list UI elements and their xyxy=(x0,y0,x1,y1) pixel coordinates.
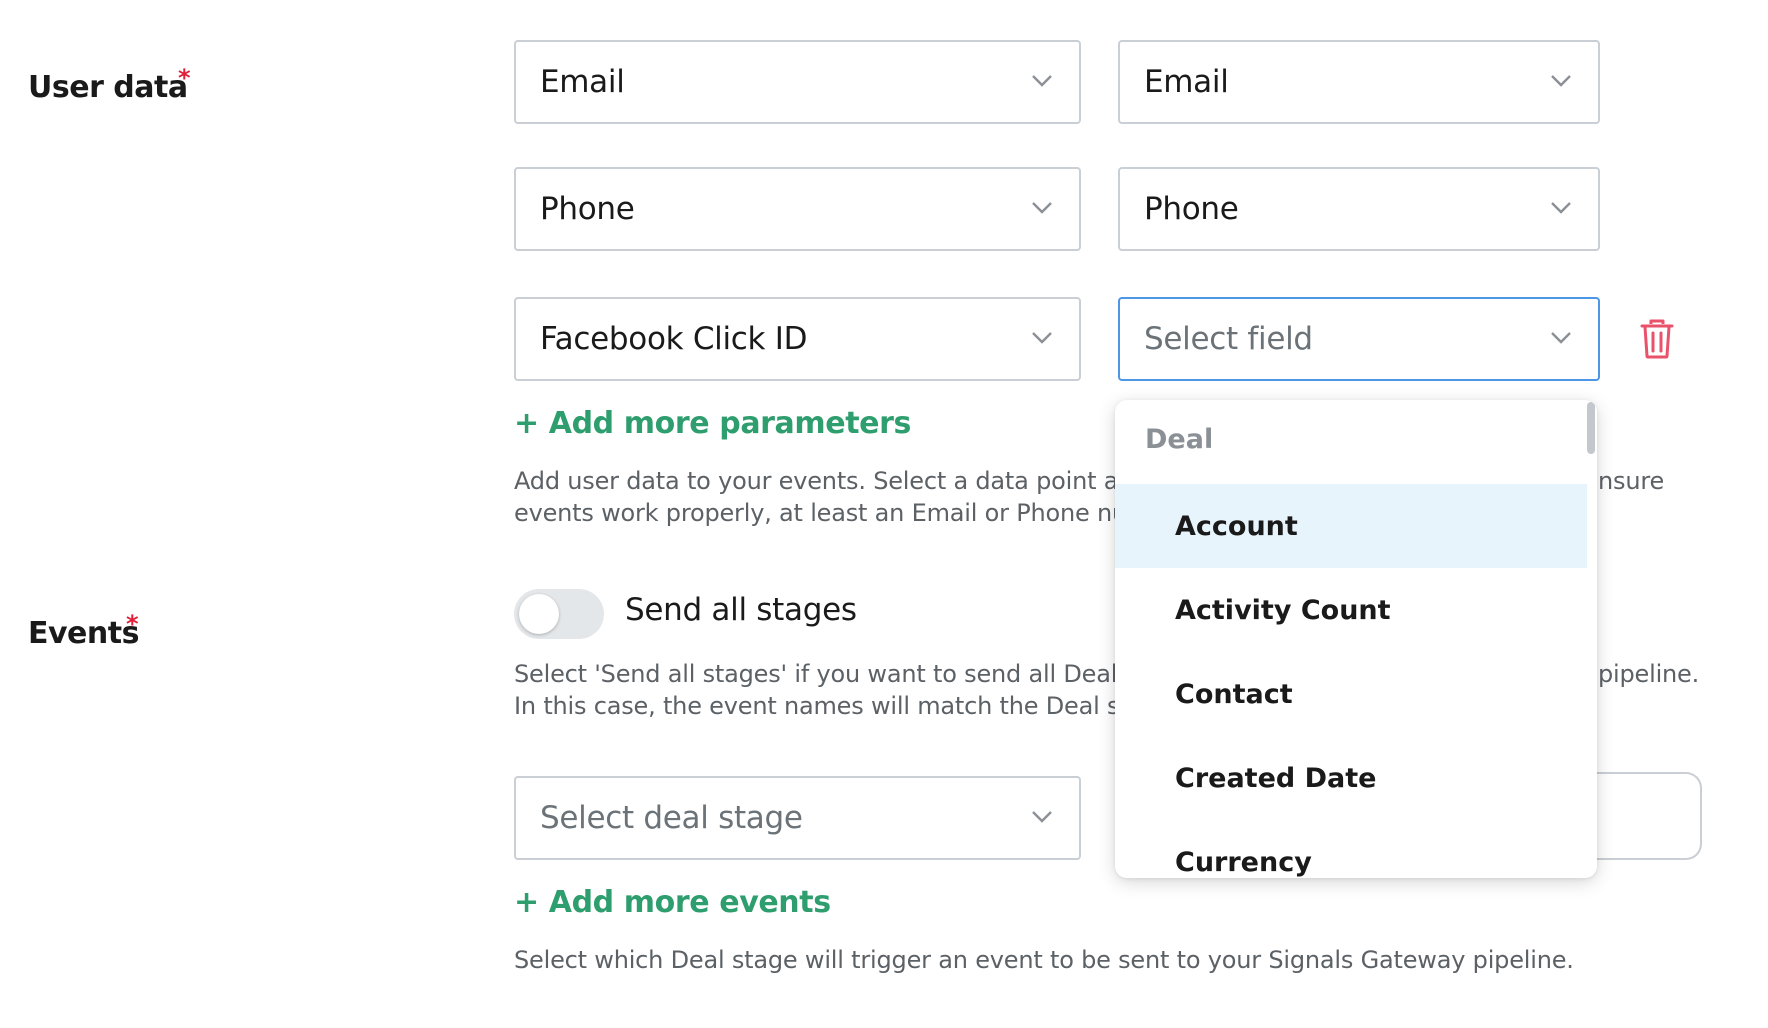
events-help-line1: Select 'Send all stages' if you want to … xyxy=(514,660,1137,688)
select-value: Phone xyxy=(540,191,635,227)
send-all-stages-label: Send all stages xyxy=(625,592,857,628)
events-footer-help: Select which Deal stage will trigger an … xyxy=(514,946,1574,974)
chevron-down-icon xyxy=(1032,75,1052,87)
dropdown-option-account[interactable]: Account xyxy=(1115,484,1587,568)
select-value: Email xyxy=(1144,64,1229,100)
select-value: Email xyxy=(540,64,625,100)
add-more-parameters-link[interactable]: + Add more parameters xyxy=(514,406,911,441)
select-placeholder: Select field xyxy=(1144,321,1313,357)
user-data-target-select-email[interactable]: Email xyxy=(1118,40,1600,124)
user-data-help-line2: events work properly, at least an Email … xyxy=(514,499,1151,527)
add-more-events-link[interactable]: + Add more events xyxy=(514,885,831,920)
dropdown-group-label: Deal xyxy=(1145,424,1214,455)
events-label-text: Events xyxy=(28,616,139,651)
events-help-line1-end: pipeline. xyxy=(1598,660,1700,688)
events-label: Events xyxy=(28,616,139,651)
chevron-down-icon xyxy=(1551,332,1571,344)
chevron-down-icon xyxy=(1032,332,1052,344)
scrollbar-thumb[interactable] xyxy=(1587,402,1595,454)
trash-icon[interactable] xyxy=(1640,319,1674,359)
chevron-down-icon xyxy=(1551,202,1571,214)
dropdown-option-currency[interactable]: Currency xyxy=(1115,820,1587,878)
chevron-down-icon xyxy=(1551,75,1571,87)
select-value: Phone xyxy=(1144,191,1239,227)
chevron-down-icon xyxy=(1032,811,1052,823)
user-data-target-select-phone[interactable]: Phone xyxy=(1118,167,1600,251)
dropdown-option-contact[interactable]: Contact xyxy=(1115,652,1587,736)
page: User data * Email Email Phone Phone Face… xyxy=(0,0,1768,1028)
user-data-label-text: User data xyxy=(28,70,188,105)
user-data-source-select-phone[interactable]: Phone xyxy=(514,167,1081,251)
chevron-down-icon xyxy=(1032,202,1052,214)
user-data-source-select-fbclid[interactable]: Facebook Click ID xyxy=(514,297,1081,381)
dropdown-option-activity-count[interactable]: Activity Count xyxy=(1115,568,1587,652)
user-data-source-select-email[interactable]: Email xyxy=(514,40,1081,124)
user-data-help-line1: Add user data to your events. Select a d… xyxy=(514,467,1149,495)
user-data-label: User data xyxy=(28,70,188,105)
field-dropdown-menu: Deal Account Activity Count Contact Crea… xyxy=(1115,400,1597,878)
user-data-help-line1-end: nsure xyxy=(1598,467,1665,495)
select-placeholder: Select deal stage xyxy=(540,800,803,836)
user-data-target-select-field[interactable]: Select field xyxy=(1118,297,1600,381)
select-value: Facebook Click ID xyxy=(540,321,808,357)
dropdown-scrollbar[interactable] xyxy=(1587,400,1595,878)
toggle-knob xyxy=(519,594,559,634)
required-asterisk: * xyxy=(178,64,191,92)
send-all-stages-toggle[interactable] xyxy=(514,589,604,639)
events-help-line2: In this case, the event names will match… xyxy=(514,692,1144,720)
deal-stage-select[interactable]: Select deal stage xyxy=(514,776,1081,860)
required-asterisk: * xyxy=(126,610,139,638)
dropdown-option-created-date[interactable]: Created Date xyxy=(1115,736,1587,820)
